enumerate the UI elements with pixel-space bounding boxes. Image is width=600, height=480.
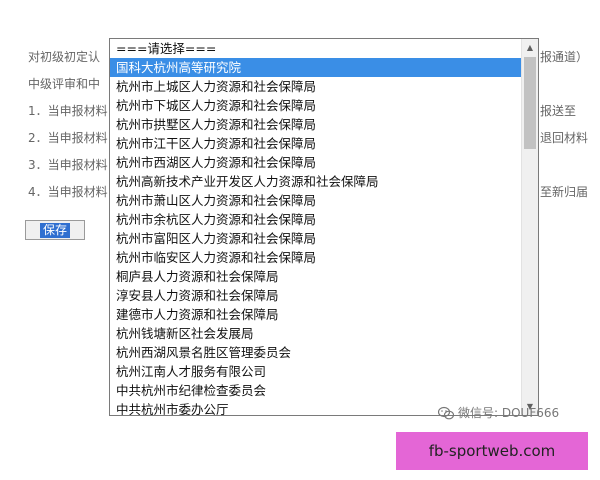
dropdown-option[interactable]: 杭州市萧山区人力资源和社会保障局 <box>110 191 521 210</box>
dropdown-option[interactable]: 杭州江南人才服务有限公司 <box>110 362 521 381</box>
save-button[interactable]: 保存 <box>25 220 85 240</box>
bg-fragment: 报送至 <box>540 104 577 118</box>
dropdown-option[interactable]: 杭州西湖风景名胜区管理委员会 <box>110 343 521 362</box>
bg-line: 4．当申报材料 <box>28 185 108 199</box>
save-button-label: 保存 <box>39 222 70 238</box>
bg-line: 2．当申报材料 <box>28 131 108 145</box>
dropdown-option[interactable]: 杭州市临安区人力资源和社会保障局 <box>110 248 521 267</box>
dropdown-option[interactable]: 杭州市下城区人力资源和社会保障局 <box>110 96 521 115</box>
dropdown-option[interactable]: ===请选择=== <box>110 39 521 58</box>
department-select-dropdown[interactable]: ===请选择=== 国科大杭州高等研究院 杭州市上城区人力资源和社会保障局 杭州市下城… <box>109 38 539 416</box>
bg-line: 中级评审和中 <box>28 77 101 91</box>
banner-text: fb-sportweb.com <box>428 442 556 460</box>
bg-fragment: 报通道） <box>540 50 589 64</box>
dropdown-option[interactable]: 杭州高新技术产业开发区人力资源和社会保障局 <box>110 172 521 191</box>
watermark: 微信号: DOUF666 <box>438 404 559 421</box>
scroll-up-arrow-icon[interactable]: ▲ <box>522 39 538 56</box>
dropdown-option[interactable]: 杭州市上城区人力资源和社会保障局 <box>110 77 521 96</box>
wechat-icon <box>438 406 454 419</box>
dropdown-option[interactable]: 中共杭州市纪律检查委员会 <box>110 381 521 400</box>
dropdown-option[interactable]: 淳安县人力资源和社会保障局 <box>110 286 521 305</box>
dropdown-option[interactable]: 国科大杭州高等研究院 <box>110 58 521 77</box>
bg-line: 3．当申报材料 <box>28 158 108 172</box>
bg-fragment: 至新归届 <box>540 185 589 199</box>
dropdown-scrollbar[interactable]: ▲ ▼ <box>521 39 538 415</box>
dropdown-option[interactable]: 桐庐县人力资源和社会保障局 <box>110 267 521 286</box>
dropdown-option[interactable]: 杭州市江干区人力资源和社会保障局 <box>110 134 521 153</box>
scrollbar-thumb[interactable] <box>524 57 536 149</box>
bg-line: 对初级初定认 <box>28 50 101 64</box>
dropdown-option[interactable]: 杭州市余杭区人力资源和社会保障局 <box>110 210 521 229</box>
dropdown-options: ===请选择=== 国科大杭州高等研究院 杭州市上城区人力资源和社会保障局 杭州市下城… <box>110 39 521 415</box>
dropdown-option[interactable]: 建德市人力资源和社会保障局 <box>110 305 521 324</box>
dropdown-option[interactable]: 杭州市西湖区人力资源和社会保障局 <box>110 153 521 172</box>
watermark-text: 微信号: DOUF666 <box>458 406 560 420</box>
bg-line: 1．当申报材料 <box>28 104 108 118</box>
bg-fragment: 退回材料 <box>540 131 589 145</box>
dropdown-option[interactable]: 杭州市拱墅区人力资源和社会保障局 <box>110 115 521 134</box>
dropdown-option[interactable]: 杭州钱塘新区社会发展局 <box>110 324 521 343</box>
dropdown-option[interactable]: 杭州市富阳区人力资源和社会保障局 <box>110 229 521 248</box>
site-banner: fb-sportweb.com <box>396 432 588 470</box>
